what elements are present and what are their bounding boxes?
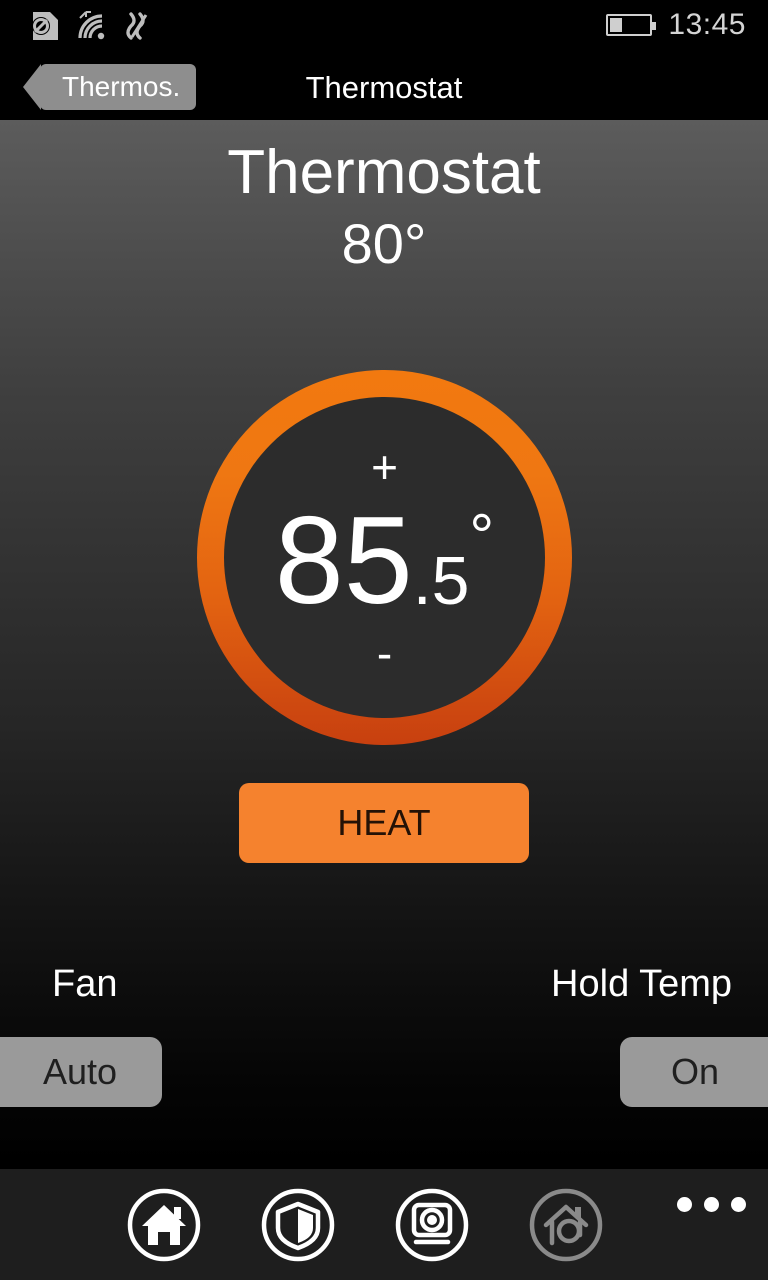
no-sim-icon bbox=[30, 10, 60, 47]
overflow-menu-button[interactable] bbox=[677, 1197, 746, 1212]
battery-fill bbox=[610, 18, 622, 32]
nav-item-group bbox=[120, 1169, 610, 1280]
hold-temp-label: Hold Temp bbox=[551, 963, 732, 1006]
setpoint-fraction: .5 bbox=[413, 547, 470, 615]
back-button[interactable]: Thermos. bbox=[40, 64, 196, 110]
fan-mode-button[interactable]: Auto bbox=[0, 1037, 162, 1107]
shield-icon bbox=[258, 1185, 338, 1265]
thermostat-header: Thermostat 80° bbox=[0, 140, 768, 274]
camera-icon bbox=[392, 1185, 472, 1265]
clock: 13:45 bbox=[668, 8, 746, 42]
device-name: Thermostat bbox=[0, 140, 768, 205]
mode-button[interactable]: HEAT bbox=[239, 783, 529, 863]
fan-label: Fan bbox=[52, 963, 117, 1006]
bottom-navigation-bar bbox=[0, 1169, 768, 1280]
setpoint-degree-symbol: ° bbox=[469, 506, 494, 568]
overflow-dot bbox=[704, 1197, 719, 1212]
app-screen: 13:45 Thermostat Thermos. Thermostat 80°… bbox=[0, 0, 768, 1280]
setpoint-temperature: 85 .5 ° bbox=[275, 504, 494, 618]
nav-item-cameras[interactable] bbox=[388, 1181, 476, 1269]
setpoint-whole: 85 bbox=[275, 504, 413, 618]
status-bar: 13:45 bbox=[0, 0, 768, 55]
house-icon bbox=[124, 1185, 204, 1265]
ambient-temperature: 80° bbox=[0, 215, 768, 274]
title-bar: Thermostat Thermos. bbox=[0, 55, 768, 120]
decrease-temperature-button[interactable]: - bbox=[377, 630, 392, 676]
nav-item-thermostat[interactable] bbox=[522, 1181, 610, 1269]
increase-temperature-button[interactable]: + bbox=[371, 444, 398, 490]
overflow-dot bbox=[731, 1197, 746, 1212]
wifi-icon bbox=[74, 10, 110, 47]
battery-low-icon bbox=[606, 14, 652, 36]
dial-inner: + 85 .5 ° - bbox=[224, 397, 545, 718]
vibration-icon bbox=[124, 10, 154, 47]
status-icon-group bbox=[30, 10, 154, 47]
nav-item-security[interactable] bbox=[254, 1181, 342, 1269]
back-button-label: Thermos. bbox=[62, 71, 180, 103]
hold-temp-button[interactable]: On bbox=[620, 1037, 768, 1107]
nav-item-home[interactable] bbox=[120, 1181, 208, 1269]
overflow-dot bbox=[677, 1197, 692, 1212]
thermostat-panel: Thermostat 80° + 85 .5 ° - HEAT Fan Auto… bbox=[0, 120, 768, 1163]
house-thermostat-icon bbox=[526, 1185, 606, 1265]
status-right-group: 13:45 bbox=[606, 8, 746, 42]
temperature-dial[interactable]: + 85 .5 ° - bbox=[197, 370, 572, 745]
